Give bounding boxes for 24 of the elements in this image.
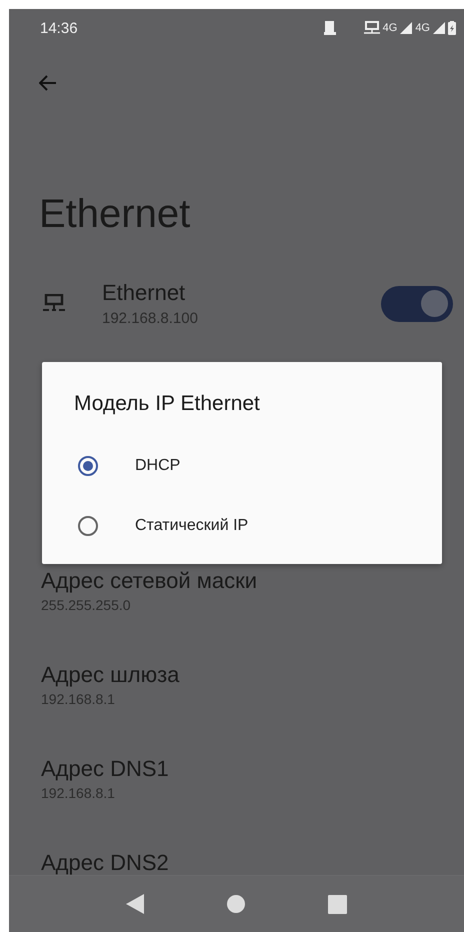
recents-icon[interactable] [328,894,348,914]
network-type: 4G [382,22,398,34]
notification-icon [324,21,336,35]
home-icon[interactable] [226,895,245,913]
setting-label[interactable]: Адрес шлюза [41,661,464,689]
option-label[interactable]: DHCP [135,457,180,475]
ethernet-icon [43,294,65,314]
setting-label[interactable]: Адрес DNS1 [41,755,464,783]
battery-icon [448,21,456,35]
ethernet-toggle[interactable] [381,286,453,322]
ethernet-label: Ethernet [102,280,186,306]
page-title: Ethernet [39,191,192,238]
radio-button[interactable] [78,516,98,536]
network-type: 4G [415,22,430,34]
radio-button[interactable] [78,456,98,476]
ethernet-icon [364,21,380,35]
back-icon[interactable] [126,894,144,914]
dialog-title: Модель IP Ethernet [74,392,261,416]
setting-label[interactable]: Адрес сетевой маски [41,567,464,595]
setting-label[interactable]: Адрес DNS2 [41,849,464,877]
signal-icon [433,22,445,34]
signal-icon [400,22,412,34]
option-label[interactable]: Статический IP [135,517,248,535]
status-time: 14:36 [40,20,78,36]
